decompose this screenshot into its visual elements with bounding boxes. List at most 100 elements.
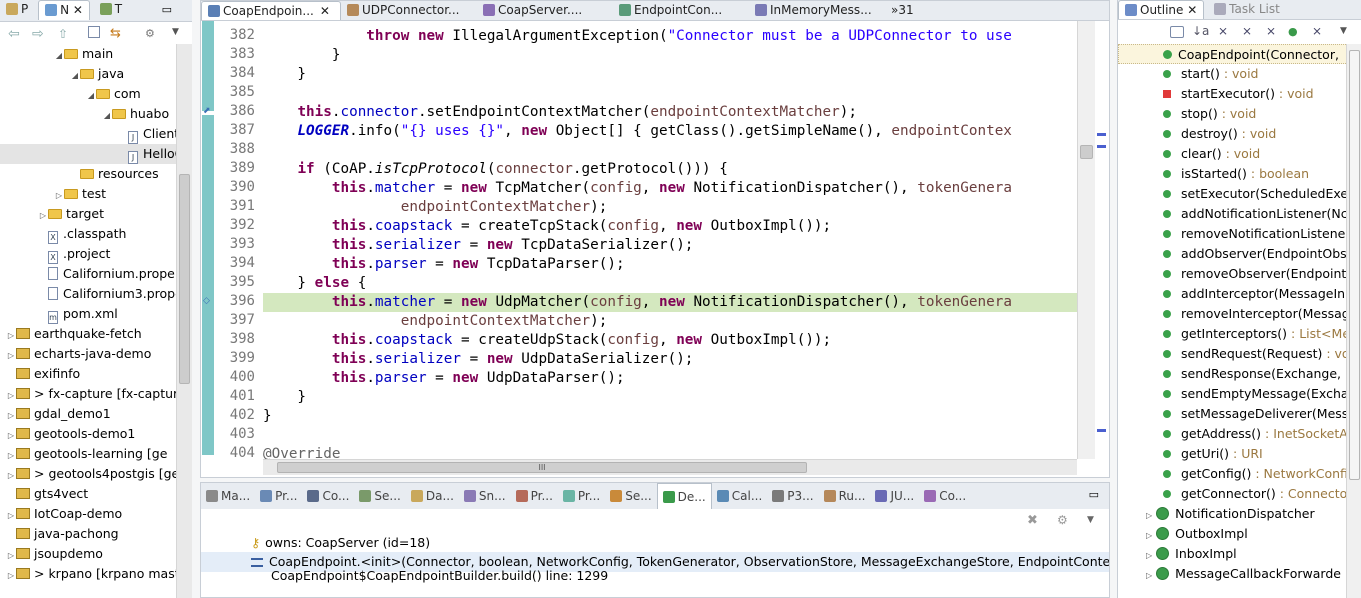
tab-editor-file[interactable]: UDPConnector... [341,1,477,20]
outline-inner-class[interactable]: ▷ OutboxImpl [1118,524,1354,544]
code-line[interactable]: endpointContextMatcher); [263,312,1089,331]
outline-scrollbar[interactable] [1346,44,1361,598]
outline-member[interactable]: removeObserver(Endpoint [1118,264,1354,284]
collapsed-arrow-icon[interactable]: ▷ [1146,511,1152,520]
code-line[interactable] [263,84,1089,103]
outline-member[interactable]: clear() : void [1118,144,1354,164]
close-icon[interactable]: ✕ [320,4,330,18]
outline-member[interactable]: removeInterceptor(Messag [1118,304,1354,324]
forward-icon[interactable]: ⇨ [32,26,44,42]
code-line[interactable]: } [263,407,1089,426]
collapsed-arrow-icon[interactable]: ▷ [38,206,48,224]
outline-member[interactable]: getAddress() : InetSocketA [1118,424,1354,444]
hide-static-icon[interactable]: ⨯ [1242,24,1252,38]
outline-class-row[interactable]: CoapEndpoint(Connector, [1118,44,1354,64]
tab-markers[interactable]: Ma... [201,483,255,509]
tab-progress[interactable]: Pr... [558,483,605,509]
tab-editor-file[interactable]: EndpointCon... [613,1,749,20]
sort-icon[interactable]: ↓a [1192,24,1209,38]
link-icon[interactable]: ⨯ [1312,24,1322,38]
tab-console[interactable]: Co... [302,483,354,509]
code-line[interactable]: this.parser = new UdpDataParser(); [263,369,1089,388]
scrollbar-thumb[interactable] [1349,50,1360,480]
up-icon[interactable]: ⇧ [58,27,68,41]
tab-editor-file[interactable]: InMemoryMess... [749,1,885,20]
tree-item[interactable]: resources [0,164,176,184]
close-icon[interactable]: ✕ [1187,3,1197,17]
view-menu-icon[interactable]: ⚙ [145,27,155,40]
tab-problems[interactable]: Pr... [511,483,558,509]
tree-item[interactable]: ◢ main [0,44,176,64]
collapsed-arrow-icon[interactable]: ▷ [6,546,16,564]
hide-fields-icon[interactable]: ⨯ [1218,24,1228,38]
outline-inner-class[interactable]: ▷ MessageCallbackForwarde [1118,564,1354,584]
collapsed-arrow-icon[interactable]: ▷ [1146,571,1152,580]
tree-item[interactable]: ▷ > fx-capture [fx-capture [0,384,176,404]
code-line[interactable]: this.connector.setEndpointContextMatcher… [263,103,1089,122]
outline-member[interactable]: getConnector() : Connecto [1118,484,1354,504]
collapse-all-icon[interactable] [88,26,100,38]
collapsed-arrow-icon[interactable]: ▷ [6,326,16,344]
tree-item[interactable]: ▷ gdal_demo1 [0,404,176,424]
tree-item[interactable]: ▷ geotools-learning [ge [0,444,176,464]
code-line[interactable]: this.serializer = new UdpDataSerializer(… [263,350,1089,369]
tree-item[interactable]: ▷ > geotools4postgis [ge [0,464,176,484]
code-line[interactable]: LOGGER.info("{} uses {}", new Object[] {… [263,122,1089,141]
collapsed-arrow-icon[interactable]: ▷ [6,346,16,364]
tree-item[interactable]: gts4vect [0,484,176,504]
expanded-arrow-icon[interactable]: ◢ [86,86,96,104]
collapsed-arrow-icon[interactable]: ▷ [54,186,64,204]
code-line[interactable] [263,426,1089,445]
tab-type-hierarchy[interactable]: T [94,0,128,20]
code-line[interactable]: endpointContextMatcher); [263,198,1089,217]
minimize-icon[interactable]: ▭ [162,3,172,16]
scrollbar-thumb[interactable] [1080,145,1093,159]
code-line[interactable]: } [263,65,1089,84]
outline-member[interactable]: addNotificationListener(Nc [1118,204,1354,224]
code-line[interactable]: } [263,388,1089,407]
tree-item[interactable]: J HelloC [0,144,176,164]
tab-task-list[interactable]: Task List [1208,0,1286,19]
outline-member[interactable]: start() : void [1118,64,1354,84]
focus-icon[interactable]: ● [1288,25,1298,38]
owns-row[interactable]: ⚷ owns: CoapServer (id=18) [201,533,1109,552]
tree-item[interactable]: m pom.xml [0,304,176,324]
editor-vscrollbar[interactable] [1077,21,1095,459]
chevron-down-icon[interactable]: ▼ [1340,26,1347,36]
expanded-arrow-icon[interactable]: ◢ [70,66,80,84]
tree-item[interactable]: Californium3.properties [0,284,176,304]
scrollbar-thumb[interactable] [179,174,190,384]
tab-properties[interactable]: Pr... [255,483,302,509]
tab-package-explorer[interactable]: P [0,0,34,20]
tree-item[interactable]: ▷ > krpano [krpano mast [0,564,176,584]
tree-item[interactable]: java-pachong [0,524,176,544]
outline-member[interactable]: stop() : void [1118,104,1354,124]
back-icon[interactable]: ⇦ [8,26,20,42]
tab-snippets[interactable]: Sn... [459,483,511,509]
tree-item[interactable]: X .classpath [0,224,176,244]
collapsed-arrow-icon[interactable]: ▷ [6,446,16,464]
tab-editor-file[interactable]: CoapEndpoin... ✕ [201,1,341,20]
tab-call-hierarchy[interactable]: Cal... [712,483,768,509]
outline-member[interactable]: setExecutor(ScheduledExec [1118,184,1354,204]
collapsed-arrow-icon[interactable]: ▷ [1146,531,1152,540]
outline-member[interactable]: addInterceptor(MessageIn [1118,284,1354,304]
code-line[interactable] [263,141,1089,160]
code-line[interactable]: this.coapstack = createUdpStack(config, … [263,331,1089,350]
explorer-scrollbar[interactable] [176,44,192,598]
expanded-arrow-icon[interactable]: ◢ [54,46,64,64]
tree-item[interactable]: ▷ target [0,204,176,224]
chevron-down-icon[interactable]: ▼ [172,27,179,37]
close-icon[interactable]: ✕ [73,3,83,17]
outline-member[interactable]: addObserver(EndpointObs [1118,244,1354,264]
outline-member[interactable]: sendRequest(Request) : voi [1118,344,1354,364]
tab-p3[interactable]: P3... [767,483,818,509]
tree-item[interactable]: ▷ jsoupdemo [0,544,176,564]
editor-hscrollbar[interactable]: III [263,459,1077,475]
tab-search[interactable]: Se... [605,483,656,509]
code-line[interactable]: throw new IllegalArgumentException("Conn… [263,27,1089,46]
remove-terminated-icon[interactable]: ✖ [1027,513,1038,528]
outline-member[interactable]: sendResponse(Exchange, F [1118,364,1354,384]
outline-member[interactable]: removeNotificationListener [1118,224,1354,244]
code-line[interactable]: this.serializer = new TcpDataSerializer(… [263,236,1089,255]
